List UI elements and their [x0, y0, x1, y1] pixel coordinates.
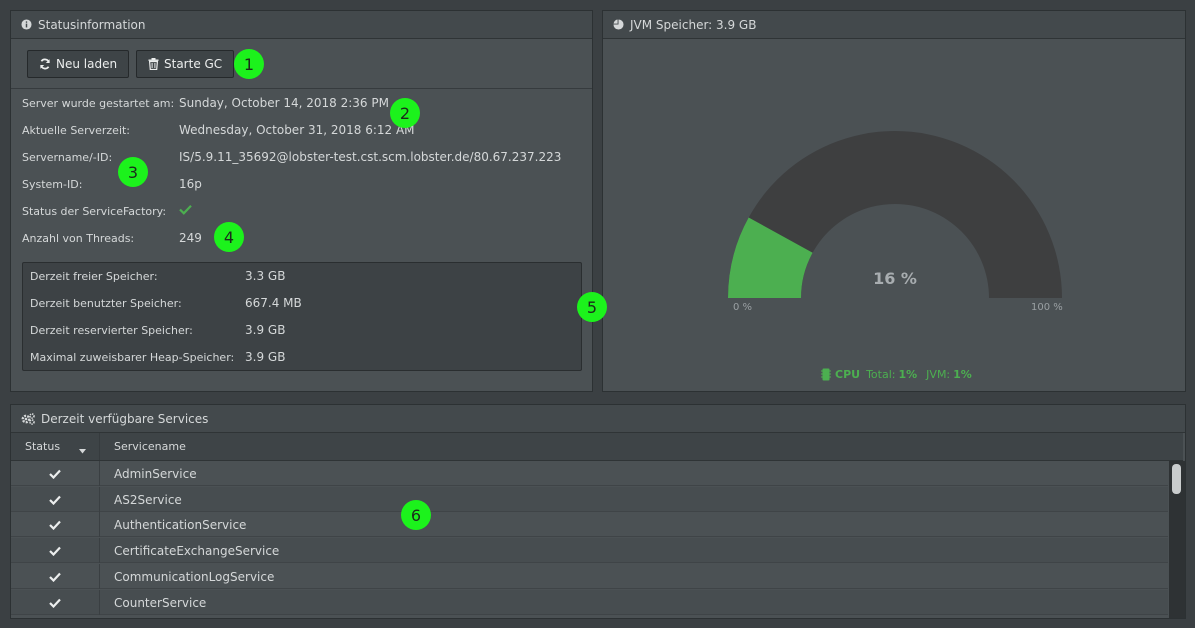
toolbar-separator	[11, 88, 592, 89]
status-panel: Statusinformation Neu laden Starte GC Se…	[10, 10, 593, 392]
services-table-header: Status Servicename	[11, 433, 1183, 461]
services-scrollbar[interactable]	[1169, 461, 1185, 618]
cell-divider	[99, 564, 100, 589]
info-value: 16p	[179, 177, 202, 191]
info-label: Server wurde gestartet am:	[22, 97, 175, 110]
services-table-body: AdminService AS2Service AuthenticationSe…	[11, 461, 1168, 618]
service-name: CounterService	[114, 595, 207, 610]
service-status-check-icon	[11, 564, 99, 589]
memory-value: 3.3 GB	[245, 269, 286, 283]
column-name-label: Servicename	[114, 440, 186, 453]
memory-label: Maximal zuweisbarer Heap-Speicher:	[30, 351, 235, 364]
cpu-chip-icon	[821, 368, 831, 381]
cell-divider	[99, 590, 100, 615]
trash-icon	[148, 58, 159, 70]
info-label: Status der ServiceFactory:	[22, 205, 167, 218]
table-row[interactable]: CommunicationLogService	[11, 564, 1168, 589]
memory-box: Derzeit freier Speicher: 3.3 GB Derzeit …	[22, 262, 582, 371]
annotation-marker-4: 4	[214, 222, 244, 252]
gears-icon	[21, 412, 35, 425]
annotation-marker-2: 2	[390, 98, 420, 128]
column-divider	[99, 433, 100, 460]
info-label: Aktuelle Serverzeit:	[22, 124, 131, 137]
cpu-total-value: 1%	[898, 368, 918, 381]
service-name: AuthenticationService	[114, 517, 247, 532]
annotation-marker-5: 5	[577, 292, 607, 322]
service-status-check-icon	[11, 512, 99, 537]
jvm-memory-panel: JVM Speicher: 3.9 GB 16 % 0 % 100 % CPU …	[602, 10, 1186, 392]
info-label: Anzahl von Threads:	[22, 232, 135, 245]
cell-divider	[99, 538, 100, 563]
cell-divider	[99, 487, 100, 512]
service-status-check-icon	[11, 487, 99, 512]
cell-divider	[99, 461, 100, 486]
memory-value: 667.4 MB	[245, 296, 302, 310]
start-gc-button-label: Starte GC	[164, 57, 223, 71]
info-value: 249	[179, 231, 202, 245]
info-icon	[21, 19, 32, 30]
services-panel-title: Derzeit verfügbare Services	[41, 411, 209, 426]
jvm-gauge	[728, 131, 1062, 298]
memory-label: Derzeit benutzter Speicher:	[30, 297, 182, 310]
pie-chart-icon	[613, 19, 624, 30]
services-panel: Derzeit verfügbare Services Status Servi…	[10, 404, 1186, 619]
service-name: CommunicationLogService	[114, 569, 275, 584]
memory-label: Derzeit reservierter Speicher:	[30, 324, 193, 337]
cpu-label: CPU	[835, 368, 861, 381]
service-factory-check-icon	[179, 204, 192, 218]
table-row[interactable]: CounterService	[11, 590, 1168, 615]
annotation-marker-1: 1	[234, 49, 264, 79]
service-status-check-icon	[11, 590, 99, 615]
info-value: Wednesday, October 31, 2018 6:12 AM	[179, 123, 415, 137]
cpu-total-label: Total:	[866, 368, 896, 381]
gauge-percent-label: 16 %	[873, 269, 917, 288]
table-row[interactable]: AuthenticationService	[11, 512, 1168, 537]
service-name: CertificateExchangeService	[114, 543, 280, 558]
memory-value: 3.9 GB	[245, 323, 286, 337]
cpu-jvm-value: 1%	[953, 368, 972, 381]
service-status-check-icon	[11, 461, 99, 486]
jvm-panel-header: JVM Speicher: 3.9 GB	[603, 11, 1185, 39]
info-value: Sunday, October 14, 2018 2:36 PM	[179, 96, 389, 110]
column-header-servicename[interactable]: Servicename	[114, 433, 186, 460]
annotation-marker-3: 3	[118, 157, 148, 187]
jvm-panel-title: JVM Speicher: 3.9 GB	[630, 17, 757, 32]
memory-value: 3.9 GB	[245, 350, 286, 364]
table-row[interactable]: AS2Service	[11, 487, 1168, 512]
column-status-label: Status	[25, 440, 61, 453]
table-row[interactable]: AdminService	[11, 461, 1168, 486]
sort-caret-down-icon[interactable]	[79, 444, 86, 457]
service-name: AdminService	[114, 466, 197, 481]
refresh-icon	[39, 58, 51, 70]
reload-button-label: Neu laden	[56, 57, 118, 71]
info-label: System-ID:	[22, 178, 83, 191]
services-panel-header: Derzeit verfügbare Services	[11, 405, 1185, 433]
table-row[interactable]: CertificateExchangeService	[11, 538, 1168, 563]
cpu-jvm-label: JVM:	[926, 368, 951, 381]
status-panel-header: Statusinformation	[11, 11, 592, 39]
gauge-max-label: 100 %	[1031, 302, 1063, 313]
info-label: Servername/-ID:	[22, 151, 113, 164]
reload-button[interactable]: Neu laden	[27, 50, 130, 78]
start-gc-button[interactable]: Starte GC	[136, 50, 235, 78]
column-header-status[interactable]: Status	[11, 433, 99, 460]
cell-divider	[99, 512, 100, 537]
annotation-marker-6: 6	[401, 500, 431, 530]
status-panel-title: Statusinformation	[38, 17, 146, 32]
gauge-min-label: 0 %	[733, 302, 753, 313]
scrollbar-thumb[interactable]	[1172, 464, 1181, 494]
info-value: IS/5.9.11_35692@lobster-test.cst.scm.lob…	[179, 150, 562, 164]
service-name: AS2Service	[114, 492, 182, 507]
cpu-usage: CPU Total: 1% JVM: 1%	[821, 368, 972, 381]
memory-label: Derzeit freier Speicher:	[30, 270, 158, 283]
service-status-check-icon	[11, 538, 99, 563]
